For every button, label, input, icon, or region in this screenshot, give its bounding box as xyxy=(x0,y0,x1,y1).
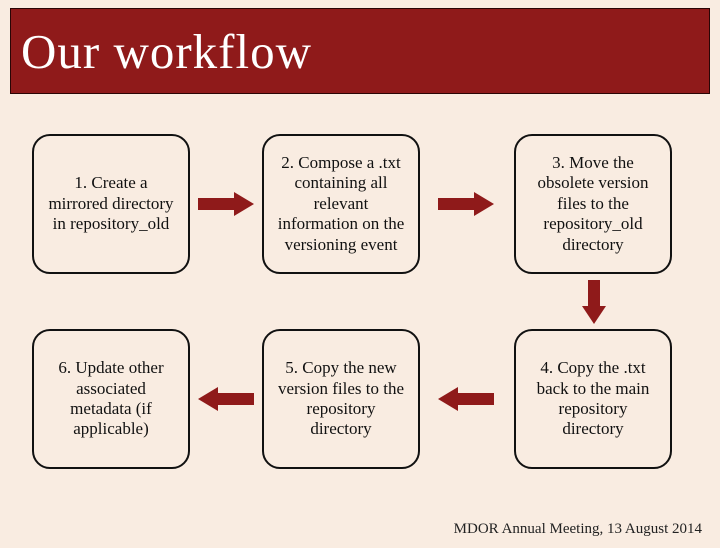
step-2: 2. Compose a .txt containing all relevan… xyxy=(262,134,420,274)
page-title: Our workflow xyxy=(21,23,312,80)
footer-text: MDOR Annual Meeting, 13 August 2014 xyxy=(454,521,702,538)
step-3: 3. Move the obsolete version files to th… xyxy=(514,134,672,274)
title-bar: Our workflow xyxy=(10,8,710,94)
step-5: 5. Copy the new version files to the rep… xyxy=(262,329,420,469)
arrow-right-icon xyxy=(438,192,494,216)
step-4-text: 4. Copy the .txt back to the main reposi… xyxy=(526,358,660,440)
arrow-left-icon xyxy=(438,387,494,411)
step-2-text: 2. Compose a .txt containing all relevan… xyxy=(274,153,408,255)
arrow-left-icon xyxy=(198,387,254,411)
step-4: 4. Copy the .txt back to the main reposi… xyxy=(514,329,672,469)
step-1-text: 1. Create a mirrored directory in reposi… xyxy=(44,173,178,234)
step-6-text: 6. Update other associated metadata (if … xyxy=(44,358,178,440)
arrow-right-icon xyxy=(198,192,254,216)
workflow-diagram: 1. Create a mirrored directory in reposi… xyxy=(0,94,720,524)
step-5-text: 5. Copy the new version files to the rep… xyxy=(274,358,408,440)
step-3-text: 3. Move the obsolete version files to th… xyxy=(526,153,660,255)
step-6: 6. Update other associated metadata (if … xyxy=(32,329,190,469)
step-1: 1. Create a mirrored directory in reposi… xyxy=(32,134,190,274)
arrow-down-icon xyxy=(582,280,606,324)
